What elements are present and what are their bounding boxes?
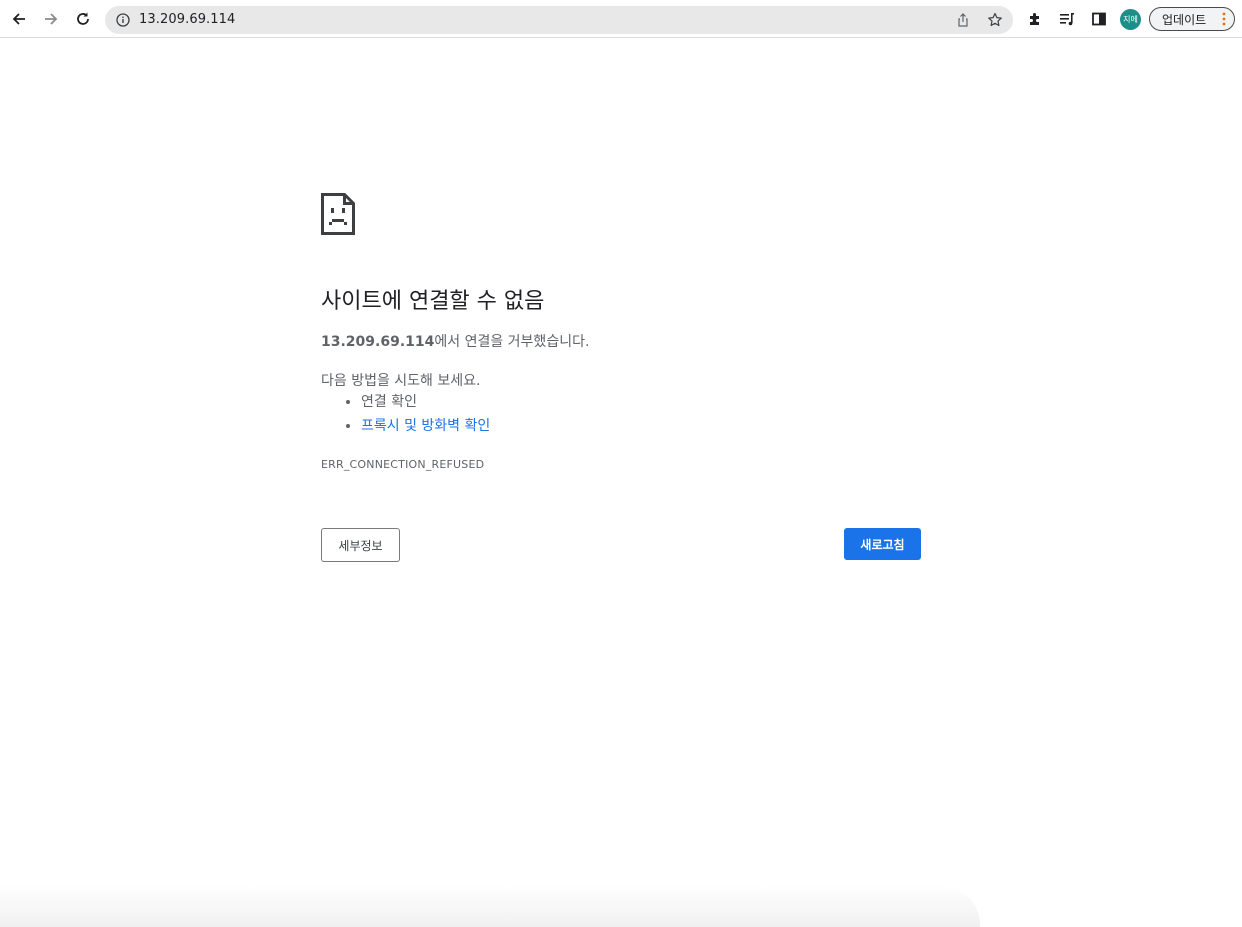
reload-button[interactable] — [69, 5, 97, 33]
address-bar[interactable]: 13.209.69.114 — [105, 6, 1013, 34]
error-summary-suffix: 에서 연결을 거부했습니다. — [434, 334, 590, 350]
star-icon[interactable] — [987, 12, 1003, 28]
error-heading: 사이트에 연결할 수 없음 — [321, 289, 545, 314]
reload-icon — [77, 12, 89, 25]
back-arrow-icon — [12, 13, 25, 25]
error-host: 13.209.69.114 — [321, 334, 435, 350]
error-code: ERR_CONNECTION_REFUSED — [321, 458, 485, 471]
extensions-button[interactable] — [1021, 5, 1049, 33]
suggestions-title: 다음 방법을 시도해 보세요. — [321, 373, 481, 389]
forward-button[interactable] — [37, 5, 65, 33]
update-button[interactable]: 업데이트 — [1149, 7, 1235, 31]
sad-page-icon — [321, 193, 355, 235]
suggestions-list: 연결 확인 프록시 및 방화벽 확인 — [321, 392, 490, 440]
suggestion-check-proxy-firewall-link[interactable]: 프록시 및 방화벽 확인 — [361, 418, 490, 434]
forward-arrow-icon — [45, 13, 58, 25]
reload-page-button[interactable]: 새로고침 — [844, 528, 921, 560]
error-summary: 13.209.69.114에서 연결을 거부했습니다. — [321, 331, 589, 351]
share-icon[interactable] — [956, 13, 970, 27]
suggestion-item: 프록시 및 방화벽 확인 — [361, 416, 490, 440]
back-button[interactable] — [5, 5, 33, 33]
suggestion-item: 연결 확인 — [361, 392, 490, 416]
extensions-puzzle-icon — [1030, 13, 1039, 25]
update-button-label: 업데이트 — [1162, 12, 1207, 27]
window-bottom-shadow — [0, 885, 980, 927]
media-control-button[interactable] — [1053, 5, 1081, 33]
details-button[interactable]: 세부정보 — [321, 528, 400, 562]
url-text[interactable]: 13.209.69.114 — [139, 12, 235, 27]
media-queue-icon — [1060, 13, 1074, 26]
suggestion-check-connection: 연결 확인 — [361, 394, 417, 410]
side-panel-icon — [1092, 12, 1106, 26]
browser-toolbar: 13.209.69.114 지에 업데이트 — [0, 0, 1242, 38]
kebab-menu-icon[interactable] — [1222, 12, 1226, 26]
profile-avatar[interactable]: 지에 — [1120, 9, 1141, 30]
side-panel-button[interactable] — [1085, 5, 1113, 33]
info-icon[interactable] — [116, 13, 130, 27]
